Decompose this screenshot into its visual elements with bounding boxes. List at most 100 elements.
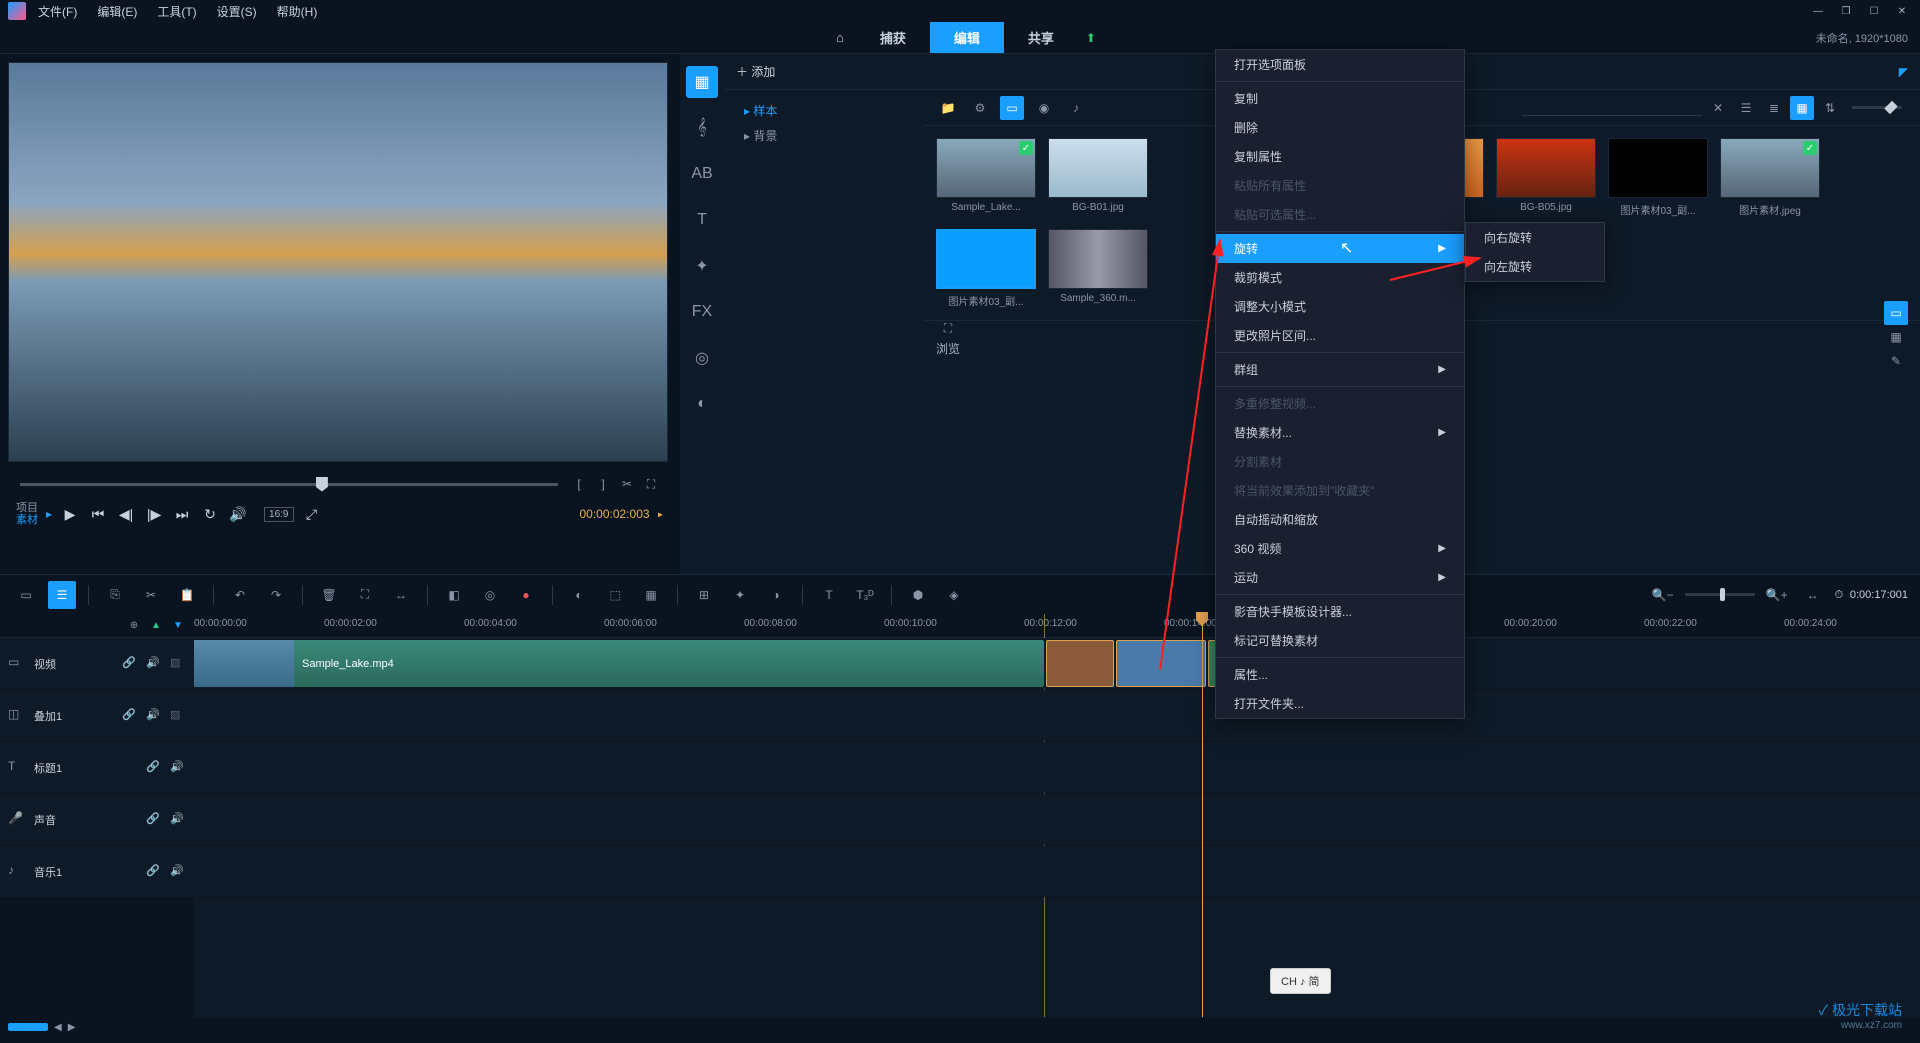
preview-timecode[interactable]: 00:00:02:003 ▸ <box>579 507 664 521</box>
tl-record-icon[interactable]: ● <box>512 581 540 609</box>
menu-tools[interactable]: 工具(T) <box>149 1 204 22</box>
asset-item[interactable]: 图片素材03_副... <box>1608 138 1708 217</box>
menu-help[interactable]: 帮助(H) <box>269 1 326 22</box>
tree-item-background[interactable]: ▸ 背景 <box>728 123 920 148</box>
asset-item[interactable]: BG-B01.jpg <box>1048 138 1148 217</box>
mute-icon[interactable]: 🔊 <box>170 864 186 880</box>
ctx-copy[interactable]: 复制 <box>1216 84 1464 113</box>
tl-undo-icon[interactable]: ↶ <box>226 581 254 609</box>
asset-item[interactable]: 图片素材03_副... <box>936 229 1036 308</box>
preview-toggle-icon[interactable]: ⛶ <box>936 316 960 340</box>
mute-icon[interactable]: 🔊 <box>146 656 162 672</box>
clip-video[interactable]: Sample_Lake.mp4 <box>194 640 1044 687</box>
search-input[interactable] <box>1522 99 1702 116</box>
lock-icon[interactable]: ▨ <box>170 708 186 724</box>
zoom-fit-icon[interactable]: ↔ <box>1799 581 1827 609</box>
menu-file[interactable]: 文件(F) <box>30 1 85 22</box>
tl-tool3-icon[interactable]: ◐ <box>565 581 593 609</box>
tab-capture[interactable]: 捕获 <box>856 22 930 53</box>
close-button[interactable]: ✕ <box>1892 3 1912 19</box>
filter-audio-icon[interactable]: ♪ <box>1064 96 1088 120</box>
view-grid-icon[interactable]: ▦ <box>1790 96 1814 120</box>
expand-button[interactable]: ⛶ <box>642 475 660 493</box>
link-icon[interactable]: 🔗 <box>122 708 138 724</box>
mark-in-button[interactable]: [ <box>570 475 588 493</box>
asset-item[interactable]: ✓图片素材.jpeg <box>1720 138 1820 217</box>
zoom-out-icon[interactable]: 🔍− <box>1649 581 1677 609</box>
play-button[interactable]: ▶ <box>60 504 80 524</box>
tool-fx[interactable]: FX <box>686 296 718 328</box>
scroll-right-icon[interactable]: ▶ <box>68 1022 76 1033</box>
ctx-replace[interactable]: 替换素材...▶ <box>1216 418 1464 447</box>
timeline-nav-thumb[interactable] <box>8 1023 48 1031</box>
ctx-rotate-right[interactable]: 向右旋转 <box>1466 223 1604 252</box>
scrubber-track[interactable] <box>20 483 558 486</box>
tl-tool1-icon[interactable]: ◧ <box>440 581 468 609</box>
footer-icon-3[interactable]: ✎ <box>1884 349 1908 373</box>
mute-icon[interactable]: 🔊 <box>146 708 162 724</box>
ctx-properties[interactable]: 属性... <box>1216 660 1464 689</box>
thumb-size-slider[interactable] <box>1852 106 1902 109</box>
tl-storyboard-icon[interactable]: ▭ <box>12 581 40 609</box>
tl-tool5-icon[interactable]: ▦ <box>637 581 665 609</box>
minimize-button[interactable]: — <box>1808 3 1828 19</box>
settings-icon[interactable]: ⚙ <box>968 96 992 120</box>
clip-image[interactable] <box>1046 640 1114 687</box>
ctx-copy-attrs[interactable]: 复制属性 <box>1216 142 1464 171</box>
ctx-delete[interactable]: 删除 <box>1216 113 1464 142</box>
aspect-badge[interactable]: 16:9 <box>264 507 293 522</box>
scrubber-thumb[interactable] <box>316 477 328 492</box>
ctx-motion[interactable]: 运动▶ <box>1216 563 1464 592</box>
volume-button[interactable]: 🔊 <box>228 504 248 524</box>
menu-edit[interactable]: 编辑(E) <box>89 1 145 22</box>
footer-icon-1[interactable]: ▭ <box>1884 301 1908 325</box>
asset-item[interactable]: ✓Sample_Lake... <box>936 138 1036 217</box>
filter-image-icon[interactable]: ◉ <box>1032 96 1056 120</box>
zoom-in-icon[interactable]: 🔍+ <box>1763 581 1791 609</box>
track-down-icon[interactable]: ▼ <box>170 618 186 634</box>
tl-cut-icon[interactable]: ✂ <box>137 581 165 609</box>
link-icon[interactable]: 🔗 <box>122 656 138 672</box>
ctx-auto-pan[interactable]: 自动摇动和缩放 <box>1216 505 1464 534</box>
tl-tool6-icon[interactable]: ⬢ <box>904 581 932 609</box>
upload-icon[interactable]: ⬆ <box>1086 31 1096 45</box>
tool-library[interactable]: ▦ <box>686 66 718 98</box>
tl-delete-icon[interactable]: 🗑 <box>315 581 343 609</box>
tl-crop-icon[interactable]: ⛶ <box>351 581 379 609</box>
ctx-change-duration[interactable]: 更改照片区间... <box>1216 321 1464 350</box>
tl-effect-icon[interactable]: ✦ <box>726 581 754 609</box>
tl-tool7-icon[interactable]: ◈ <box>940 581 968 609</box>
import-folder-icon[interactable]: 📁 <box>936 96 960 120</box>
tool-ar[interactable]: ◐ <box>686 388 718 420</box>
tab-share[interactable]: 共享 <box>1004 22 1078 53</box>
tool-title[interactable]: T <box>686 204 718 236</box>
tl-copy-icon[interactable]: ⎘ <box>101 581 129 609</box>
clip-image[interactable] <box>1116 640 1206 687</box>
tl-fit-icon[interactable]: ↔ <box>387 581 415 609</box>
tree-item-sample[interactable]: ▸ 样本 <box>728 98 920 123</box>
tl-title-icon[interactable]: T <box>815 581 843 609</box>
view-list-icon[interactable]: ☰ <box>1734 96 1758 120</box>
maximize-button[interactable]: ☐ <box>1864 3 1884 19</box>
track-add-icon[interactable]: ⊕ <box>126 618 142 634</box>
footer-icon-2[interactable]: ▦ <box>1884 325 1908 349</box>
mark-out-button[interactable]: ] <box>594 475 612 493</box>
split-button[interactable]: ✂ <box>618 475 636 493</box>
preview-viewport[interactable] <box>8 62 668 462</box>
lock-icon[interactable]: ▨ <box>170 656 186 672</box>
ctx-crop-mode[interactable]: 裁剪模式 <box>1216 263 1464 292</box>
tl-tool4-icon[interactable]: ⬚ <box>601 581 629 609</box>
ctx-open-folder[interactable]: 打开文件夹... <box>1216 689 1464 718</box>
bookmark-icon[interactable]: ◤ <box>1899 65 1908 79</box>
tl-3dtitle-icon[interactable]: T₃ᴰ <box>851 581 879 609</box>
tool-path[interactable]: ◎ <box>686 342 718 374</box>
go-start-button[interactable]: ⏮ <box>88 504 108 524</box>
track-up-icon[interactable]: ▲ <box>148 618 164 634</box>
ctx-fastflick[interactable]: 影音快手模板设计器... <box>1216 597 1464 626</box>
link-icon[interactable]: 🔗 <box>146 864 162 880</box>
home-button[interactable]: ⌂ <box>824 24 856 51</box>
view-detail-icon[interactable]: ≣ <box>1762 96 1786 120</box>
restore-button[interactable]: ❐ <box>1836 3 1856 19</box>
tool-audio[interactable]: 𝄞 <box>686 112 718 144</box>
ctx-open-options[interactable]: 打开选项面板 <box>1216 50 1464 79</box>
